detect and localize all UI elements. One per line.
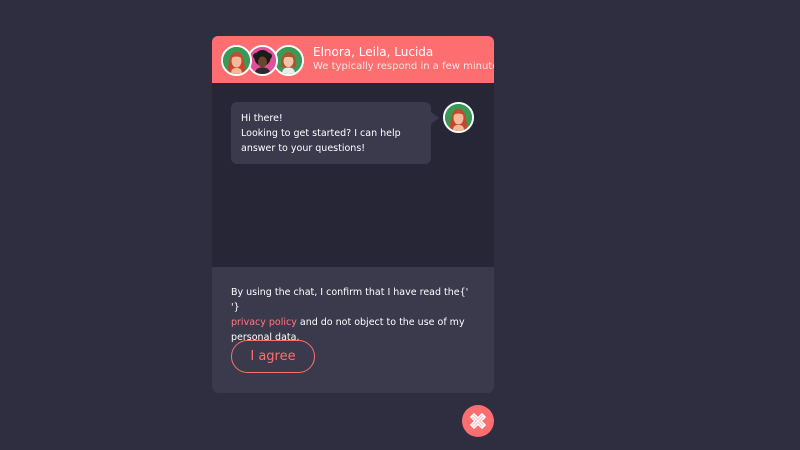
- redhead-woman-icon: [223, 47, 250, 74]
- privacy-policy-link[interactable]: privacy policy: [231, 317, 297, 328]
- consent-text: By using the chat, I confirm that I have…: [231, 285, 477, 345]
- message-line: Hi there!: [241, 113, 283, 124]
- close-icon: [469, 412, 487, 430]
- message-agent-avatar: [443, 102, 474, 133]
- curly-hair-person-icon: [249, 47, 276, 74]
- message-line: answer to your questions!: [241, 143, 366, 154]
- message-area[interactable]: Hi there! Looking to get started? I can …: [212, 83, 494, 267]
- response-time-subtitle: We typically respond in a few minutes: [313, 61, 494, 72]
- close-chat-button[interactable]: [462, 405, 494, 437]
- bubble-tail: [431, 112, 439, 124]
- message-line: Looking to get started? I can help: [241, 128, 401, 139]
- agree-button[interactable]: I agree: [231, 340, 315, 373]
- consent-panel: By using the chat, I confirm that I have…: [212, 267, 494, 393]
- agent-names: Elnora, Leila, Lucida: [313, 45, 434, 59]
- consent-text-before: By using the chat, I confirm that I have…: [231, 287, 469, 313]
- chat-widget: Elnora, Leila, Lucida We typically respo…: [212, 36, 494, 393]
- brown-hair-woman-icon: [275, 47, 302, 74]
- redhead-woman-icon: [445, 104, 472, 131]
- chat-header: Elnora, Leila, Lucida We typically respo…: [212, 36, 494, 83]
- greeting-message-bubble: Hi there! Looking to get started? I can …: [231, 102, 431, 164]
- agent-avatar-1: [221, 45, 252, 76]
